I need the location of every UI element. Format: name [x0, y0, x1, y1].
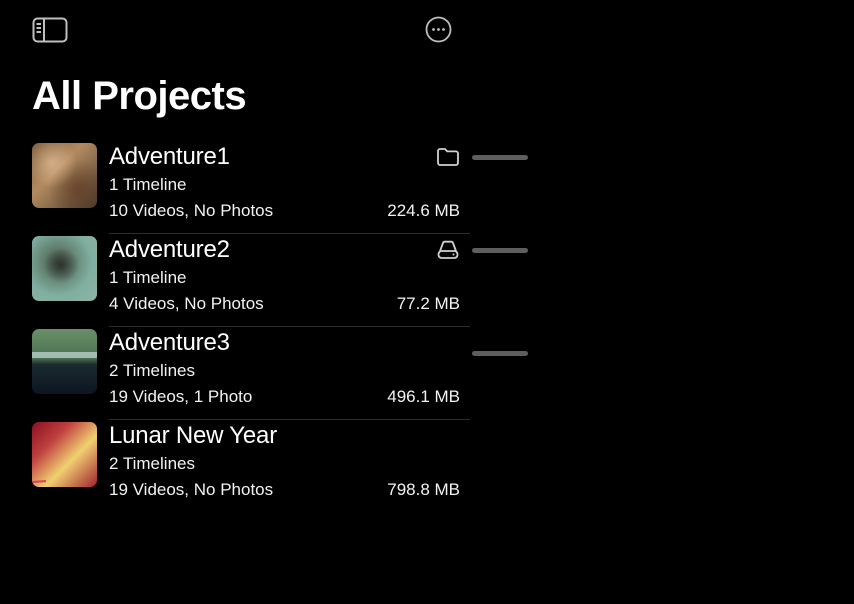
project-thumbnail — [32, 329, 97, 394]
project-thumbnail — [32, 422, 97, 487]
scroll-indicator[interactable] — [472, 248, 528, 253]
project-media: 19 Videos, 1 Photo — [109, 387, 252, 407]
project-timelines: 1 Timeline — [109, 175, 470, 195]
project-timelines: 2 Timelines — [109, 454, 470, 474]
project-timelines: 1 Timeline — [109, 268, 470, 288]
sidebar-toggle-button[interactable] — [32, 17, 68, 46]
project-name: Adventure1 — [109, 143, 230, 171]
project-thumbnail — [32, 143, 97, 208]
project-list: Adventure1 1 Timeline 10 Videos, No Phot… — [0, 141, 470, 512]
project-name: Adventure3 — [109, 329, 230, 357]
more-options-button[interactable] — [425, 16, 452, 46]
project-name: Lunar New Year — [109, 422, 277, 450]
project-media: 10 Videos, No Photos — [109, 201, 273, 221]
project-size: 496.1 MB — [387, 387, 460, 407]
project-row[interactable]: Lunar New Year 2 Timelines 19 Videos, No… — [0, 420, 470, 512]
sidebar-icon — [32, 17, 68, 46]
project-media: 19 Videos, No Photos — [109, 480, 273, 500]
folder-icon — [436, 147, 470, 167]
project-row[interactable]: Adventure3 2 Timelines 19 Videos, 1 Phot… — [0, 327, 470, 420]
project-size: 798.8 MB — [387, 480, 460, 500]
project-size: 77.2 MB — [397, 294, 460, 314]
project-row[interactable]: Adventure2 1 Timeline 4 Videos, No Photo… — [0, 234, 470, 327]
scroll-indicator[interactable] — [472, 155, 528, 160]
project-name: Adventure2 — [109, 236, 230, 264]
project-thumbnail — [32, 236, 97, 301]
project-timelines: 2 Timelines — [109, 361, 470, 381]
project-media: 4 Videos, No Photos — [109, 294, 264, 314]
external-drive-icon — [436, 240, 470, 260]
toolbar — [0, 0, 470, 64]
project-row[interactable]: Adventure1 1 Timeline 10 Videos, No Phot… — [0, 141, 470, 234]
scroll-indicator[interactable] — [472, 351, 528, 356]
project-size: 224.6 MB — [387, 201, 460, 221]
ellipsis-circle-icon — [425, 16, 452, 46]
page-title: All Projects — [0, 64, 470, 141]
